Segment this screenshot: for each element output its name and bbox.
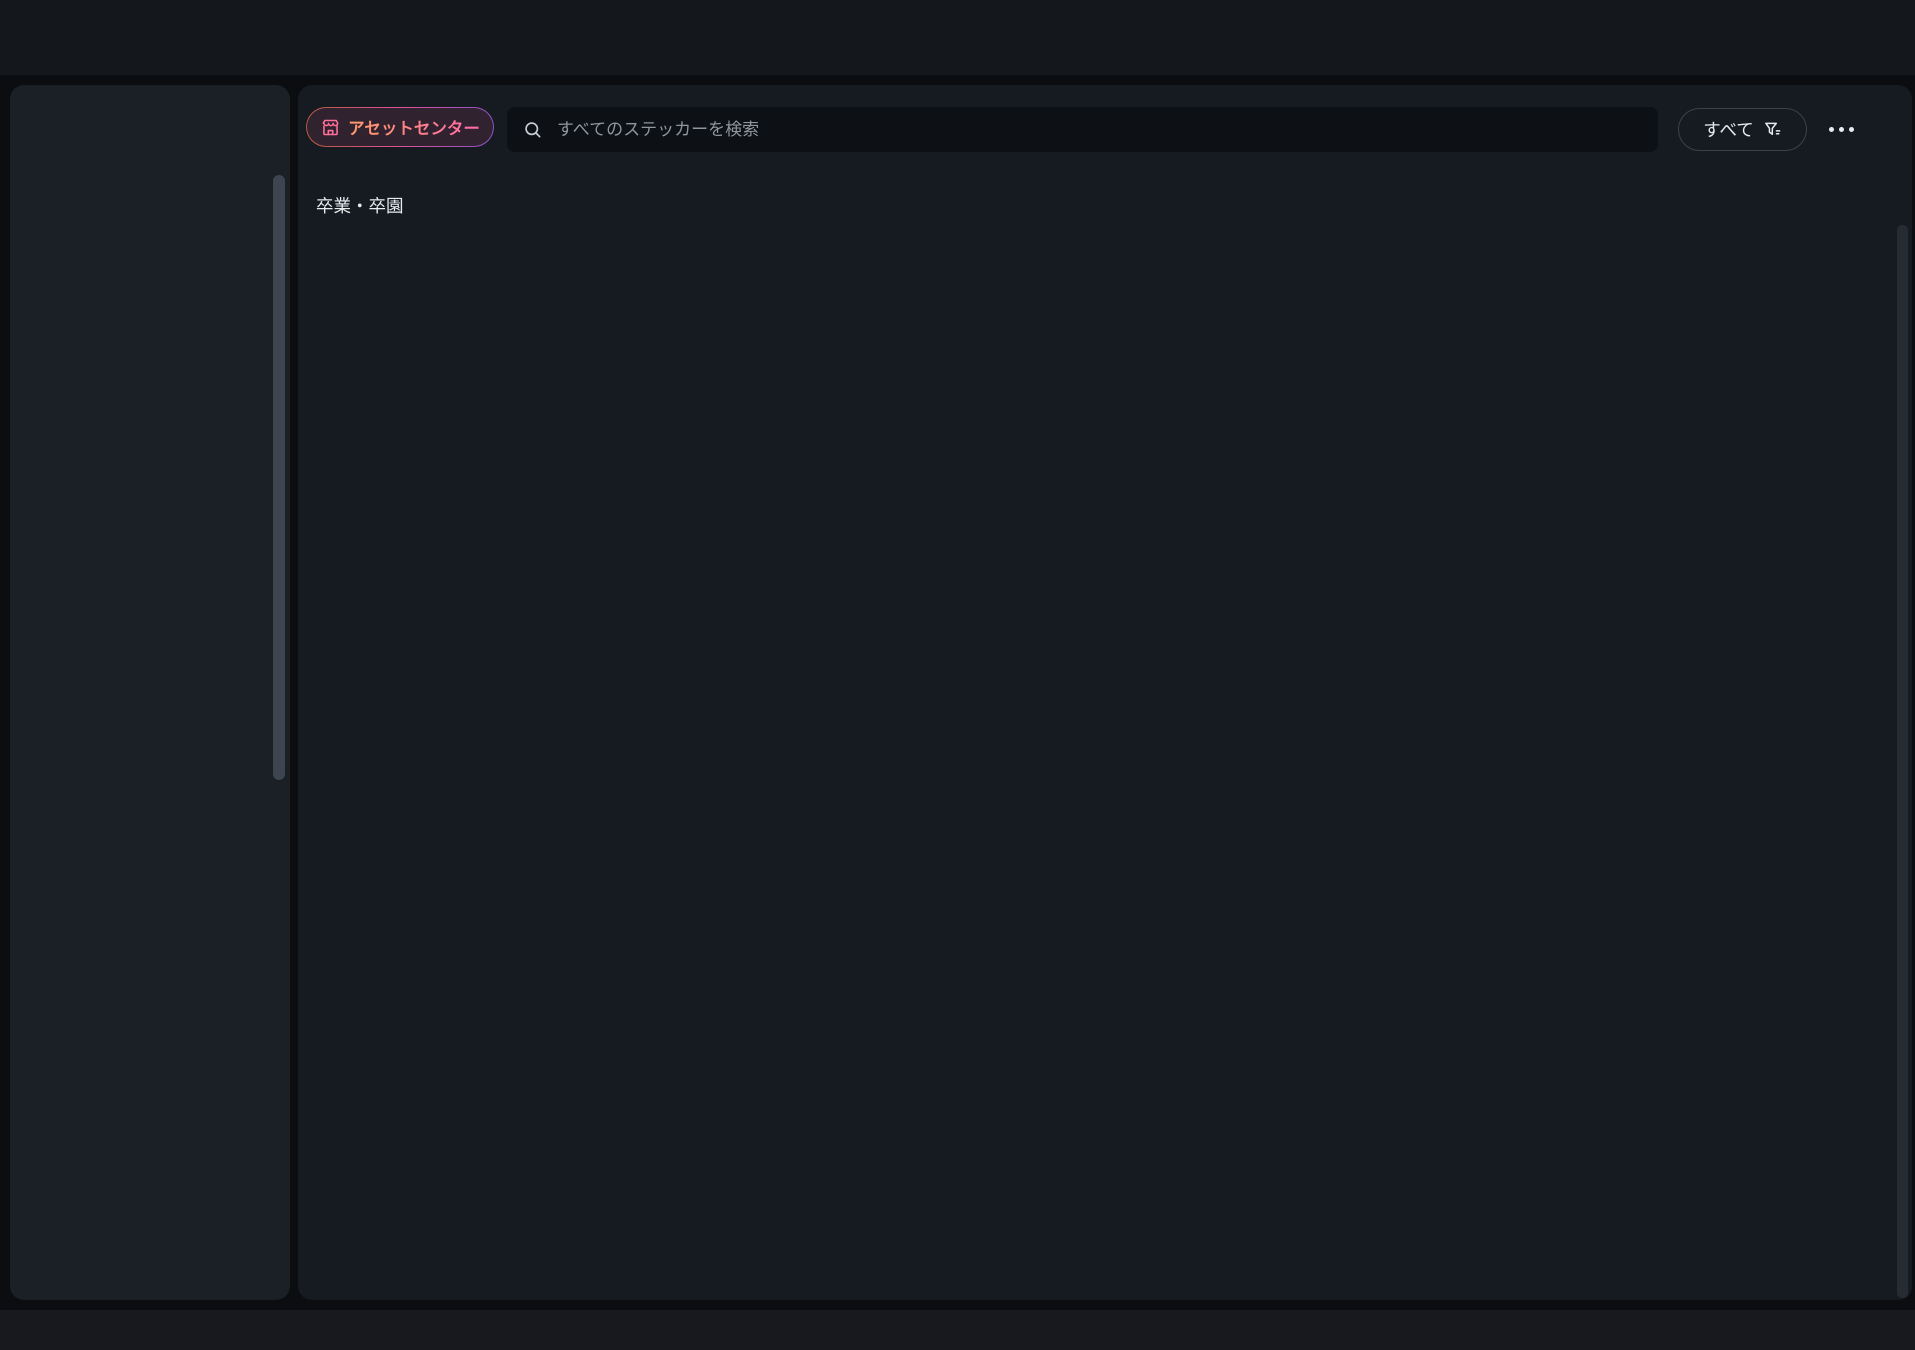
filter-funnel-icon <box>1763 120 1782 139</box>
content-scrollbar[interactable] <box>1897 225 1908 1298</box>
sticker-panel: アセットセンター すべて 卒業・卒園 <box>298 85 1912 1300</box>
sidebar-scrollbar[interactable] <box>273 175 285 780</box>
search-input[interactable] <box>555 118 1658 141</box>
asset-center-label: アセットセンター <box>348 115 480 139</box>
search-bar <box>507 107 1658 152</box>
filter-all-button[interactable]: すべて <box>1678 108 1807 151</box>
shop-icon <box>320 117 341 138</box>
top-toolbar <box>0 0 1915 75</box>
category-sidebar <box>10 85 290 1300</box>
bottom-toolbar <box>0 1310 1915 1350</box>
section-title: 卒業・卒園 <box>316 197 404 217</box>
asset-center-button[interactable]: アセットセンター <box>306 107 494 147</box>
filter-all-label: すべて <box>1703 121 1754 141</box>
more-options-button[interactable] <box>1823 121 1859 137</box>
search-icon <box>523 120 543 140</box>
